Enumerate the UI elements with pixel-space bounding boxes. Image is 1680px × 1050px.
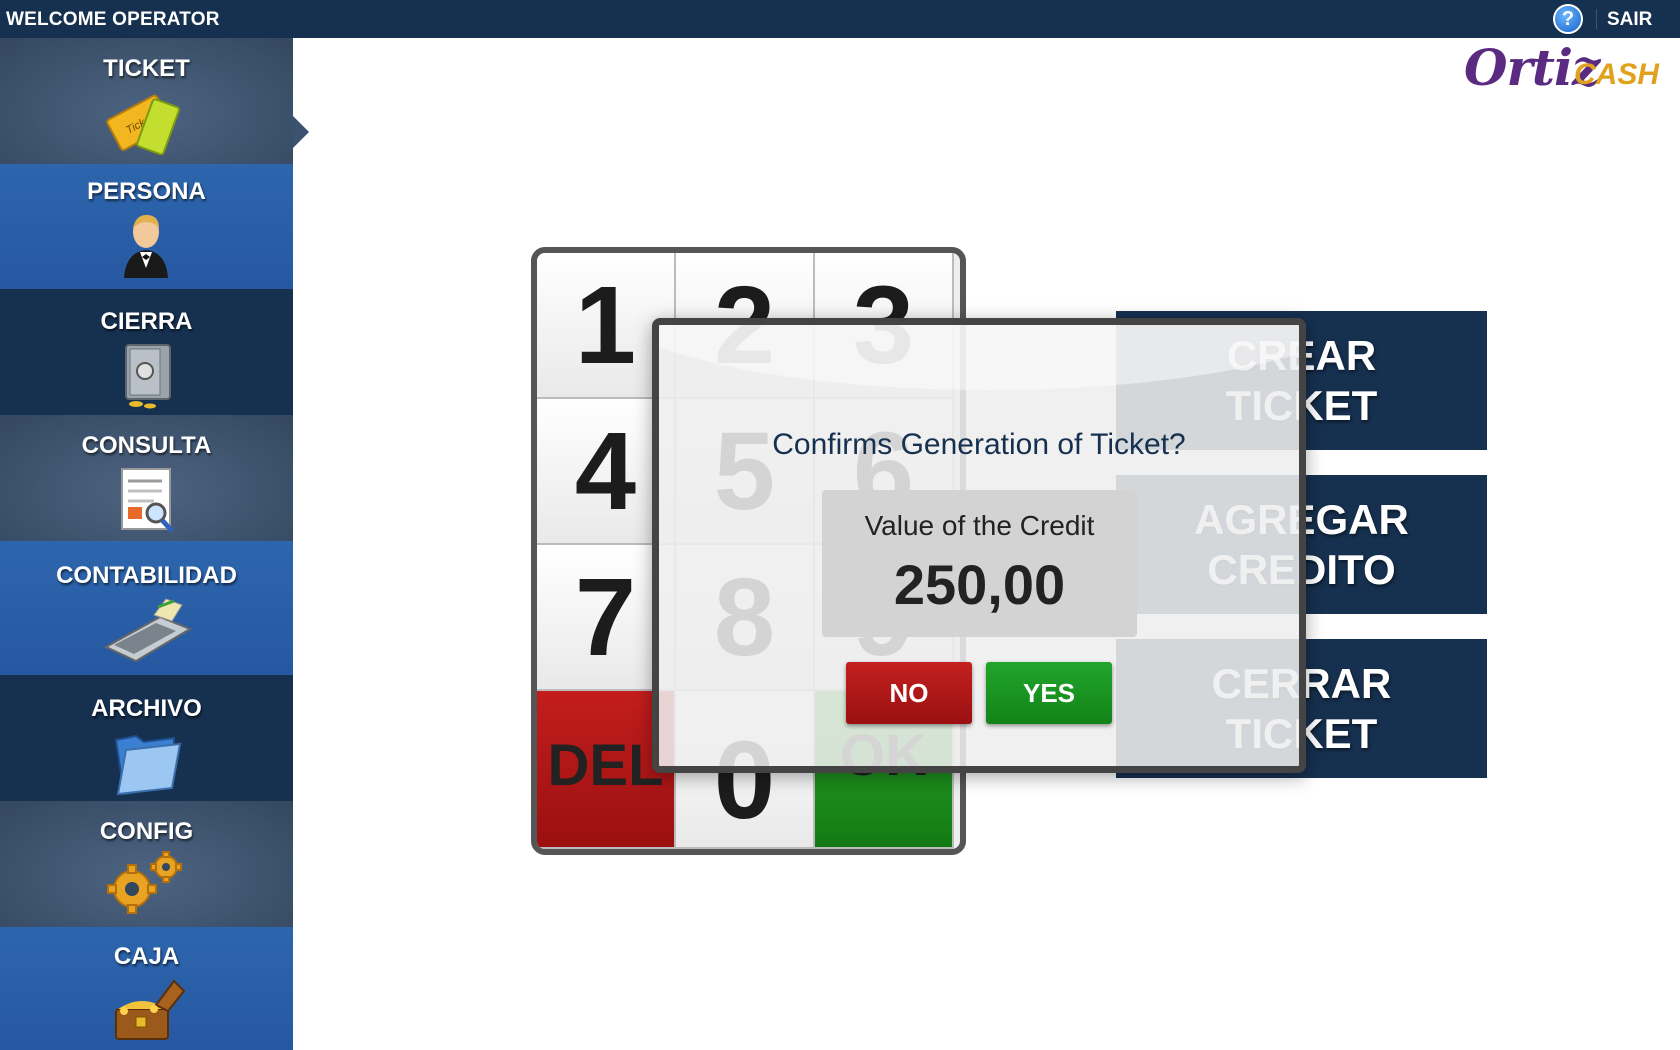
ticket-icon: Ticket bbox=[96, 90, 196, 160]
sidebar-item-cierra[interactable]: CIERRA bbox=[0, 289, 293, 415]
logo-suffix: CASH bbox=[1574, 58, 1660, 91]
sidebar-item-config[interactable]: CONFIG bbox=[0, 801, 293, 927]
top-bar: WELCOME OPERATOR ? SAIR bbox=[0, 0, 1680, 38]
gears-icon bbox=[96, 849, 196, 919]
ortizcash-logo: Ortiz CASH bbox=[1464, 38, 1664, 100]
sidebar-item-archivo[interactable]: ARCHIVO bbox=[0, 675, 293, 801]
topbar-divider bbox=[1596, 9, 1597, 29]
cash-register-icon bbox=[96, 595, 196, 665]
sidebar-item-label: ARCHIVO bbox=[91, 695, 202, 722]
welcome-text: WELCOME OPERATOR bbox=[6, 9, 220, 30]
dialog-title: Confirms Generation of Ticket? bbox=[772, 428, 1186, 461]
logout-button[interactable]: SAIR bbox=[1607, 9, 1652, 31]
sidebar-item-ticket[interactable]: TICKET Ticket bbox=[0, 38, 293, 164]
confirm-dialog: Confirms Generation of Ticket? Value of … bbox=[652, 318, 1306, 773]
sidebar-item-persona[interactable]: PERSONA bbox=[0, 164, 293, 289]
folder-icon bbox=[96, 728, 196, 798]
no-button[interactable]: NO bbox=[846, 662, 972, 724]
sidebar-item-label: CONTABILIDAD bbox=[56, 562, 237, 589]
sidebar-item-label: CONSULTA bbox=[81, 432, 212, 459]
sidebar-item-label: PERSONA bbox=[87, 178, 206, 205]
sidebar-item-label: TICKET bbox=[103, 55, 190, 82]
question-circle-icon[interactable]: ? bbox=[1553, 4, 1583, 34]
sidebar-item-label: CAJA bbox=[113, 943, 180, 970]
treasure-chest-icon bbox=[96, 975, 196, 1045]
dialog-gloss bbox=[659, 325, 1299, 390]
document-search-icon bbox=[96, 465, 196, 535]
safe-icon bbox=[96, 341, 196, 411]
sidebar-item-caja[interactable]: CAJA bbox=[0, 927, 293, 1050]
sidebar: TICKET Ticket PERSONA CIERRA CONSULTA CO… bbox=[0, 38, 309, 1050]
sidebar-item-label: CONFIG bbox=[99, 818, 194, 845]
sidebar-item-contabilidad[interactable]: CONTABILIDAD bbox=[0, 541, 293, 675]
sidebar-item-consulta[interactable]: CONSULTA bbox=[0, 415, 293, 541]
credit-label: Value of the Credit bbox=[864, 510, 1095, 541]
sidebar-item-label: CIERRA bbox=[100, 308, 193, 335]
yes-button[interactable]: YES bbox=[986, 662, 1112, 724]
credit-value: 250,00 bbox=[893, 553, 1066, 616]
person-icon bbox=[96, 210, 196, 280]
credit-value-box: Value of the Credit 250,00 bbox=[822, 490, 1137, 637]
active-indicator bbox=[293, 116, 309, 148]
